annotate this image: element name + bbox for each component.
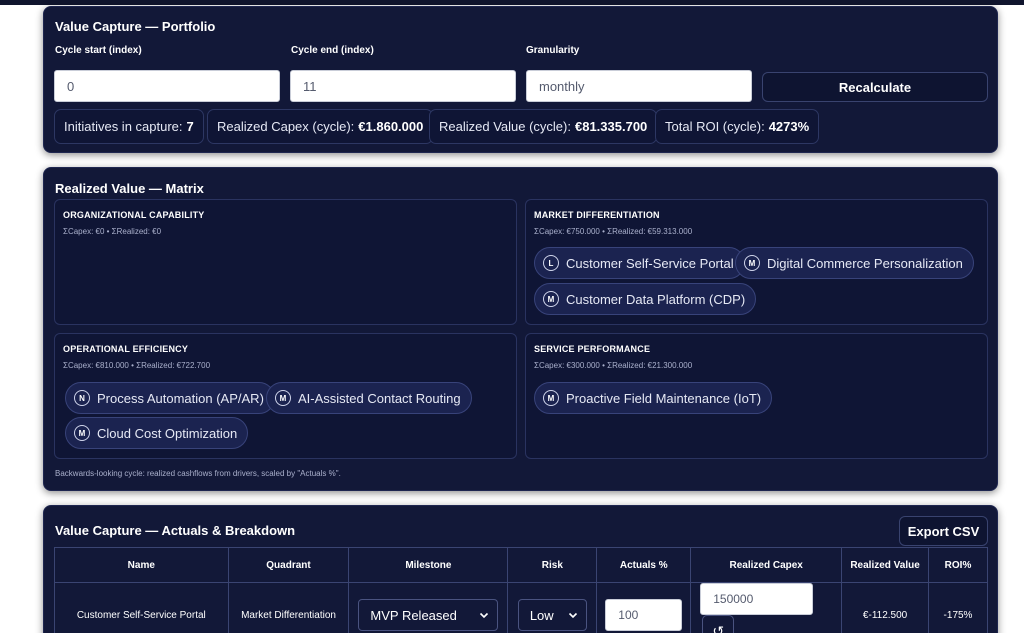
top-bar <box>0 0 1024 5</box>
portfolio-card: Value Capture — Portfolio Cycle start (i… <box>43 6 998 153</box>
stat-realized-capex: Realized Capex (cycle): €1.860.000 <box>207 109 434 144</box>
quadrant-organizational-capability: ORGANIZATIONAL CAPABILITY ΣCapex: €0 • Σ… <box>54 199 517 325</box>
column-header-roi[interactable]: ROI% <box>928 547 988 583</box>
chip-label: Customer Data Platform (CDP) <box>566 291 746 307</box>
granularity-input[interactable]: monthly <box>526 70 752 102</box>
matrix-title: Realized Value — Matrix <box>55 181 204 196</box>
chip-label: AI-Assisted Contact Routing <box>298 390 461 406</box>
table-header-row: Name Quadrant Milestone Risk Actuals % R… <box>54 547 988 583</box>
chip-label: Cloud Cost Optimization <box>97 425 238 441</box>
size-badge: M <box>543 291 559 307</box>
milestone-value: MVP Released <box>370 607 457 623</box>
column-header-milestone[interactable]: Milestone <box>348 547 509 583</box>
portfolio-title: Value Capture — Portfolio <box>55 19 216 34</box>
column-header-quadrant[interactable]: Quadrant <box>227 547 350 583</box>
stat-value: €81.335.700 <box>574 119 648 134</box>
size-badge: M <box>275 390 291 406</box>
cell-name: Customer Self-Service Portal <box>54 582 229 633</box>
cycle-end-label: Cycle end (index) <box>291 45 374 56</box>
stat-realized-value: Realized Value (cycle): €81.335.700 <box>429 109 658 144</box>
initiative-chip[interactable]: M Cloud Cost Optimization <box>65 417 249 449</box>
risk-select[interactable]: Low <box>517 599 587 631</box>
export-csv-button[interactable]: Export CSV <box>899 516 988 546</box>
cell-quadrant: Market Differentiation <box>227 582 350 633</box>
initiative-chip[interactable]: M AI-Assisted Contact Routing <box>266 382 472 414</box>
cycle-end-input[interactable]: 11 <box>290 70 516 102</box>
initiative-chip[interactable]: M Digital Commerce Personalization <box>735 247 974 279</box>
quadrant-sums: ΣCapex: €300.000 • ΣRealized: €21.300.00… <box>534 361 693 370</box>
size-badge: M <box>543 390 559 406</box>
quadrant-sums: ΣCapex: €750.000 • ΣRealized: €59.313.00… <box>534 227 693 236</box>
table-row: Customer Self-Service Portal Market Diff… <box>54 582 988 633</box>
reset-icon[interactable]: ↺ <box>702 615 735 633</box>
chip-label: Customer Self-Service Portal <box>566 255 734 271</box>
quadrant-service-performance: SERVICE PERFORMANCE ΣCapex: €300.000 • Σ… <box>525 333 988 459</box>
quadrant-title: ORGANIZATIONAL CAPABILITY <box>63 210 205 220</box>
breakdown-table: Name Quadrant Milestone Risk Actuals % R… <box>54 547 988 633</box>
chip-label: Proactive Field Maintenance (IoT) <box>566 390 762 406</box>
initiative-chip[interactable]: N Process Automation (AP/AR) <box>65 382 275 414</box>
stat-total-roi: Total ROI (cycle): 4273% <box>655 109 820 144</box>
stat-value: €1.860.000 <box>358 119 424 134</box>
stat-value: 4273% <box>768 119 810 134</box>
actuals-input[interactable]: 100 <box>605 599 683 631</box>
risk-value: Low <box>529 607 554 623</box>
initiative-chip[interactable]: L Customer Self-Service Portal <box>534 247 745 279</box>
column-header-actuals[interactable]: Actuals % <box>596 547 692 583</box>
size-badge: M <box>744 255 760 271</box>
quadrant-sums: ΣCapex: €0 • ΣRealized: €0 <box>63 227 162 236</box>
chip-label: Digital Commerce Personalization <box>767 255 963 271</box>
cell-realized-capex: 150000 ↺ <box>690 582 843 633</box>
stat-label: Realized Capex (cycle): <box>217 119 355 134</box>
stat-label: Initiatives in capture: <box>64 119 183 134</box>
column-header-realized-value[interactable]: Realized Value <box>841 547 930 583</box>
size-badge: M <box>74 425 90 441</box>
cell-roi: -175% <box>928 582 988 633</box>
column-header-realized-capex[interactable]: Realized Capex <box>690 547 843 583</box>
stat-label: Realized Value (cycle): <box>439 119 571 134</box>
breakdown-title: Value Capture — Actuals & Breakdown <box>55 523 296 538</box>
recalculate-button[interactable]: Recalculate <box>762 72 988 102</box>
cell-realized-value: €-112.500 <box>841 582 930 633</box>
realized-capex-input[interactable]: 150000 <box>700 583 814 615</box>
cell-risk: Low <box>507 582 598 633</box>
column-header-risk[interactable]: Risk <box>507 547 598 583</box>
size-badge: L <box>543 255 559 271</box>
quadrant-title: SERVICE PERFORMANCE <box>534 344 651 354</box>
quadrant-operational-efficiency: OPERATIONAL EFFICIENCY ΣCapex: €810.000 … <box>54 333 517 459</box>
stat-initiatives: Initiatives in capture: 7 <box>54 109 204 144</box>
quadrant-title: OPERATIONAL EFFICIENCY <box>63 344 189 354</box>
matrix-card: Realized Value — Matrix ORGANIZATIONAL C… <box>43 167 998 491</box>
chip-label: Process Automation (AP/AR) <box>97 390 264 406</box>
chevron-down-icon <box>568 612 577 619</box>
chevron-down-icon <box>480 612 489 619</box>
size-badge: N <box>74 390 90 406</box>
quadrant-sums: ΣCapex: €810.000 • ΣRealized: €722.700 <box>63 361 211 370</box>
stat-value: 7 <box>186 119 194 134</box>
granularity-label: Granularity <box>526 45 580 56</box>
breakdown-card: Value Capture — Actuals & Breakdown Expo… <box>43 505 998 633</box>
cycle-start-label: Cycle start (index) <box>55 45 142 56</box>
initiative-chip[interactable]: M Proactive Field Maintenance (IoT) <box>534 382 773 414</box>
column-header-name[interactable]: Name <box>54 547 229 583</box>
matrix-note: Backwards-looking cycle: realized cashfl… <box>55 469 341 478</box>
milestone-select[interactable]: MVP Released <box>358 599 499 631</box>
initiative-chip[interactable]: M Customer Data Platform (CDP) <box>534 283 757 315</box>
cell-actuals: 100 <box>596 582 692 633</box>
quadrant-market-differentiation: MARKET DIFFERENTIATION ΣCapex: €750.000 … <box>525 199 988 325</box>
cycle-start-input[interactable]: 0 <box>54 70 280 102</box>
cell-milestone: MVP Released <box>348 582 509 633</box>
stat-label: Total ROI (cycle): <box>665 119 765 134</box>
quadrant-title: MARKET DIFFERENTIATION <box>534 210 660 220</box>
